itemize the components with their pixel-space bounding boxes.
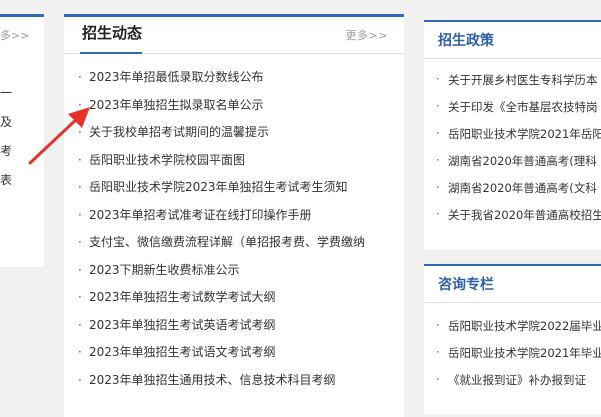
news-item[interactable]: · 2023年单独招生通用技术、信息技术科目考纲 xyxy=(78,373,398,401)
policy-item-label[interactable]: 关于开展乡村医生专科学历本 xyxy=(448,72,598,99)
bullet-icon: · xyxy=(78,70,82,84)
bullet-icon: · xyxy=(78,97,82,112)
bullet-icon: · xyxy=(78,152,82,167)
news-item-label[interactable]: 关于我校单招考试期间的温馨提示 xyxy=(89,125,269,139)
news-item-label[interactable]: 2023年单独招生考试数学考试大纲 xyxy=(89,290,276,304)
news-item[interactable]: · 关于我校单招考试期间的温馨提示 xyxy=(78,125,398,153)
admissions-news-panel: 招生动态 更多>> · 2023年单招最低录取分数线公布 · 2023年单独招生拟录取… xyxy=(64,14,404,417)
bullet-icon: · xyxy=(78,207,82,222)
consult-item-label[interactable]: 《就业报到证》补办报到证 xyxy=(448,372,586,399)
policy-item[interactable]: · 关于开展乡村医生专科学历本 xyxy=(436,72,601,99)
policy-item-label[interactable]: 湖南省2020年普通高考(理科 xyxy=(448,153,597,180)
bullet-icon: · xyxy=(78,345,82,359)
bullet-icon: · xyxy=(436,207,440,221)
news-item-label[interactable]: 岳阳职业技术学院校园平面图 xyxy=(89,153,245,167)
admissions-policy-title: 招生政策 xyxy=(438,33,494,49)
bullet-icon: · xyxy=(78,180,82,194)
bullet-icon: · xyxy=(436,372,440,386)
header-accent-bar xyxy=(424,20,601,22)
news-item-label[interactable]: 2023年单独招生考试英语考试考纲 xyxy=(89,318,276,332)
admissions-news-header: 招生动态 更多>> xyxy=(64,17,404,54)
policy-item-label[interactable]: 关于印发《全市基层农技特岗 xyxy=(448,99,598,126)
policy-item[interactable]: · 关于我省2020年普通高校招生 xyxy=(436,207,601,234)
title-underline xyxy=(80,52,142,54)
admissions-news-list: · 2023年单招最低录取分数线公布 · 2023年单独招生拟录取名单公示 · 关于我校单… xyxy=(78,70,398,400)
news-item[interactable]: · 支付宝、微信缴费流程详解（单招报考费、学费缴纳 xyxy=(78,235,398,263)
bullet-icon: · xyxy=(436,72,440,86)
admissions-news-title: 招生动态 xyxy=(82,24,143,42)
news-item[interactable]: · 岳阳职业技术学院2023年单独招生考试考生须知 xyxy=(78,180,398,208)
consultation-header: 咨询专栏 xyxy=(424,264,601,303)
left-news-list: 一及考表 xyxy=(0,79,12,195)
news-item[interactable]: · 岳阳职业技术学院校园平面图 xyxy=(78,153,398,181)
left-news-item[interactable]: 考 xyxy=(0,137,12,166)
bullet-icon: · xyxy=(78,290,82,304)
header-accent-bar xyxy=(424,264,601,266)
policy-item[interactable]: · 岳阳职业技术学院2021年岳阳 xyxy=(436,126,601,153)
news-item-label[interactable]: 2023年单招考试准考证在线打印操作手册 xyxy=(89,208,312,222)
admissions-policy-header: 招生政策 xyxy=(424,20,601,59)
left-news-item[interactable]: 表 xyxy=(0,166,12,195)
policy-item[interactable]: · 湖南省2020年普通高考(理科 xyxy=(436,153,601,180)
consult-item-label[interactable]: 岳阳职业技术学院2022届毕业 xyxy=(448,318,601,345)
consultation-panel: 咨询专栏 · 岳阳职业技术学院2022届毕业 · 岳阳职业技术学院2021年毕业 · 《就… xyxy=(424,264,601,414)
news-item[interactable]: · 2023年单独招生考试英语考试考纲 xyxy=(78,318,398,346)
admissions-news-more-link[interactable]: 更多>> xyxy=(346,27,388,43)
news-item[interactable]: · 2023年单独招生拟录取名单公示 xyxy=(78,98,398,126)
bullet-icon: · xyxy=(436,153,440,167)
news-item[interactable]: · 2023年单招最低录取分数线公布 xyxy=(78,70,398,98)
consultation-list: · 岳阳职业技术学院2022届毕业 · 岳阳职业技术学院2021年毕业 · 《就业报到证》… xyxy=(436,318,601,399)
policy-item-label[interactable]: 湖南省2020年普通高考(文科 xyxy=(448,180,597,207)
admissions-policy-list: · 关于开展乡村医生专科学历本 · 关于印发《全市基层农技特岗 · 岳阳职业技术学院202… xyxy=(436,72,601,234)
news-item-label[interactable]: 2023年单独招生通用技术、信息技术科目考纲 xyxy=(89,373,336,387)
bullet-icon: · xyxy=(436,345,440,359)
bullet-icon: · xyxy=(78,262,82,277)
bullet-icon: · xyxy=(78,317,82,332)
consult-item[interactable]: · 《就业报到证》补办报到证 xyxy=(436,372,601,399)
left-news-item[interactable]: 及 xyxy=(0,108,12,137)
consult-item-label[interactable]: 岳阳职业技术学院2021年毕业 xyxy=(448,345,601,372)
news-item[interactable]: · 2023年单独招生考试语文考试考纲 xyxy=(78,345,398,373)
policy-item[interactable]: · 关于印发《全市基层农技特岗 xyxy=(436,99,601,126)
policy-item[interactable]: · 湖南省2020年普通高考(文科 xyxy=(436,180,601,207)
left-news-panel: 多>> 一及考表 xyxy=(0,14,44,267)
policy-item-label[interactable]: 岳阳职业技术学院2021年岳阳 xyxy=(448,126,601,153)
consultation-title: 咨询专栏 xyxy=(438,277,494,293)
news-item[interactable]: · 2023年单独招生考试数学考试大纲 xyxy=(78,290,398,318)
bullet-icon: · xyxy=(436,318,440,332)
news-item-label[interactable]: 2023年单独招生拟录取名单公示 xyxy=(89,98,264,112)
consult-item[interactable]: · 岳阳职业技术学院2021年毕业 xyxy=(436,345,601,372)
bullet-icon: · xyxy=(78,125,82,139)
news-item-label[interactable]: 支付宝、微信缴费流程详解（单招报考费、学费缴纳 xyxy=(89,235,365,249)
bullet-icon: · xyxy=(436,180,440,194)
bullet-icon: · xyxy=(78,235,82,249)
news-item[interactable]: · 2023下期新生收费标准公示 xyxy=(78,263,398,291)
consult-item[interactable]: · 岳阳职业技术学院2022届毕业 xyxy=(436,318,601,345)
policy-item-label[interactable]: 关于我省2020年普通高校招生 xyxy=(448,207,601,234)
admissions-policy-panel: 招生政策 · 关于开展乡村医生专科学历本 · 关于印发《全市基层农技特岗 · 岳阳职业技术… xyxy=(424,20,601,250)
left-more-link[interactable]: 多>> xyxy=(0,27,29,43)
news-item-label[interactable]: 2023年单独招生考试语文考试考纲 xyxy=(89,345,276,359)
news-item-label[interactable]: 2023下期新生收费标准公示 xyxy=(89,263,240,277)
news-item[interactable]: · 2023年单招考试准考证在线打印操作手册 xyxy=(78,208,398,236)
bullet-icon: · xyxy=(78,372,82,387)
bullet-icon: · xyxy=(436,126,440,140)
news-item-label[interactable]: 2023年单招最低录取分数线公布 xyxy=(89,70,264,84)
left-news-item[interactable]: 一 xyxy=(0,79,12,108)
bullet-icon: · xyxy=(436,99,440,113)
news-item-label[interactable]: 岳阳职业技术学院2023年单独招生考试考生须知 xyxy=(89,180,348,194)
